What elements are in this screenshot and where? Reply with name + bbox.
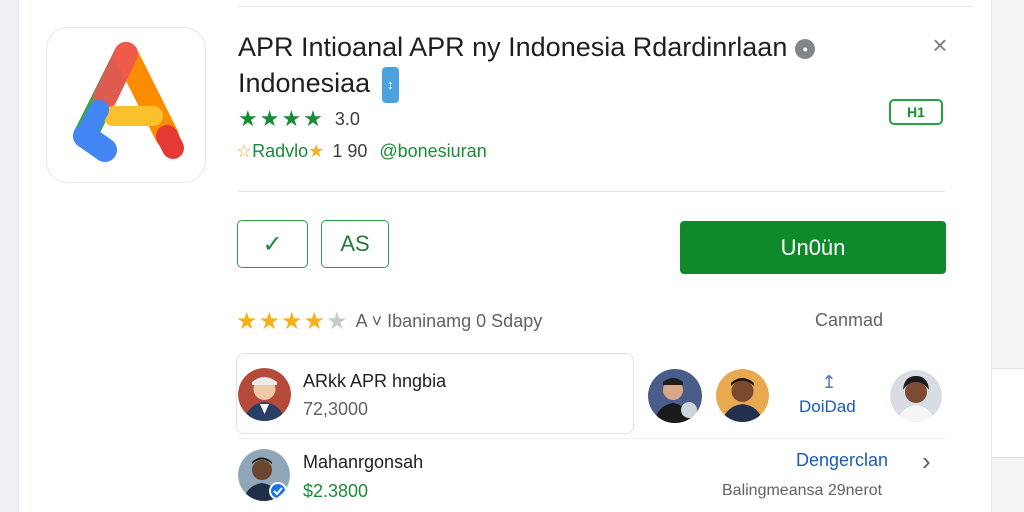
cancel-link[interactable]: Canmad (815, 310, 883, 331)
meta-label: Radvlo (252, 141, 309, 161)
review-summary: ★★★★ ★ A ˅ Ibaninamg 0 Sdapy (236, 307, 542, 336)
user-amount: 72,3000 (303, 399, 369, 419)
app-title-line2-text: Indonesiaa (238, 68, 371, 98)
rating-stars-icon: ★★★★ (238, 106, 325, 131)
avatar[interactable] (648, 369, 702, 423)
app-icon (46, 27, 206, 183)
star-icon: ★ (308, 141, 325, 161)
install-button[interactable]: Un0ün (680, 221, 946, 274)
details-link[interactable]: Dengerclan (796, 450, 888, 471)
user-name: Mahanrgonsah (303, 452, 424, 472)
user-amount: $2.3800 (303, 481, 369, 501)
row-subtext: Balingmeansa 29nerot (722, 482, 883, 499)
check-icon: ✓ (262, 230, 283, 258)
as-button[interactable]: AS (321, 220, 389, 268)
app-title-text: APR Intioanal APR ny Indonesia Rdardinrl… (238, 32, 788, 62)
app-meta: ☆ Radvlo ★ 1 90 @bonesiuran (236, 141, 487, 162)
row-divider (238, 438, 945, 439)
check-button[interactable]: ✓ (237, 220, 308, 268)
app-title: APR Intioanal APR ny Indonesia Rdardinrl… (238, 30, 838, 64)
close-icon[interactable]: × (928, 32, 952, 58)
rating-value: 3.0 (334, 108, 360, 129)
user-card[interactable] (236, 353, 634, 434)
avatar[interactable] (890, 370, 942, 422)
app-logo-icon (73, 42, 184, 162)
review-star-empty-icon: ★ (326, 308, 348, 335)
section-divider (238, 191, 945, 192)
meta-count: 1 90 (332, 141, 368, 161)
app-rating: ★★★★ 3.0 (238, 106, 360, 132)
avatar[interactable] (716, 369, 769, 422)
user-name: ARkk APR hngbia (303, 371, 447, 391)
background-panel (992, 368, 1024, 458)
chevron-right-icon[interactable]: › (922, 446, 931, 477)
developer-handle[interactable]: @bonesiuran (379, 141, 486, 162)
tag-badge[interactable]: H1 (889, 99, 943, 125)
verified-badge-icon: ↕ (382, 66, 399, 103)
avatar (238, 449, 290, 501)
download-icon[interactable]: ↥ (816, 372, 842, 392)
app-title-line2: Indonesiaa ↕ (238, 66, 399, 103)
download-label[interactable]: DoiDad (799, 397, 856, 417)
review-summary-text: A ˅ Ibaninamg 0 Sdapy (355, 311, 543, 331)
avatar (238, 368, 291, 421)
top-divider (238, 6, 973, 7)
review-stars-icon: ★★★★ (236, 308, 327, 335)
info-icon[interactable]: • (795, 38, 816, 59)
star-outline-icon: ☆ (236, 141, 253, 161)
